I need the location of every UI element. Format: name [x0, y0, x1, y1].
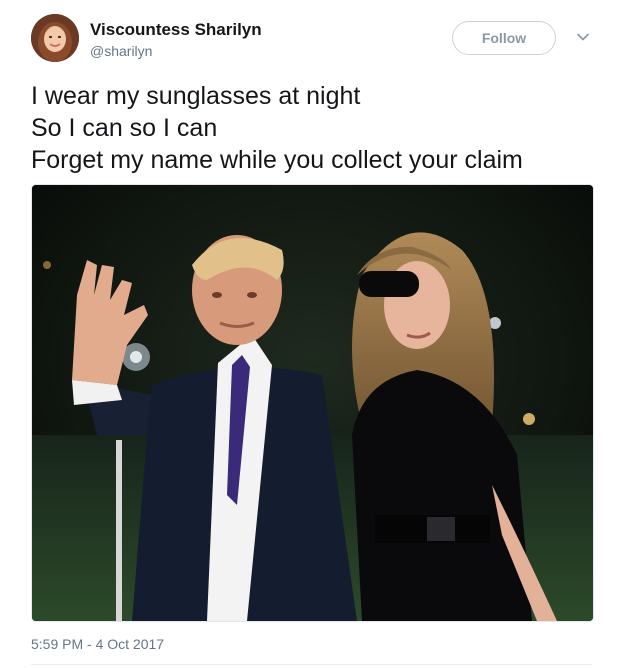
- tweet-text-line: I wear my sunglasses at night: [31, 82, 361, 110]
- avatar[interactable]: [31, 14, 79, 62]
- tweet-header: Viscountess Sharilyn @sharilyn Follow: [31, 14, 599, 64]
- divider: [31, 664, 592, 665]
- chevron-down-icon[interactable]: [574, 28, 592, 46]
- avatar-image: [31, 14, 79, 62]
- tweet-timestamp[interactable]: 5:59 PM - 4 Oct 2017: [31, 636, 164, 652]
- tweet-card: Viscountess Sharilyn @sharilyn Follow I …: [0, 0, 621, 668]
- user-handle[interactable]: @sharilyn: [90, 43, 152, 59]
- display-name[interactable]: Viscountess Sharilyn: [90, 20, 262, 40]
- tweet-text-line: So I can so I can: [31, 114, 218, 142]
- tweet-photo[interactable]: [31, 184, 594, 622]
- tweet-text: I wear my sunglasses at night So I can s…: [31, 80, 601, 176]
- tweet-text-line: Forget my name while you collect your cl…: [31, 146, 523, 174]
- photo-image: [32, 185, 593, 621]
- follow-button[interactable]: Follow: [452, 21, 556, 55]
